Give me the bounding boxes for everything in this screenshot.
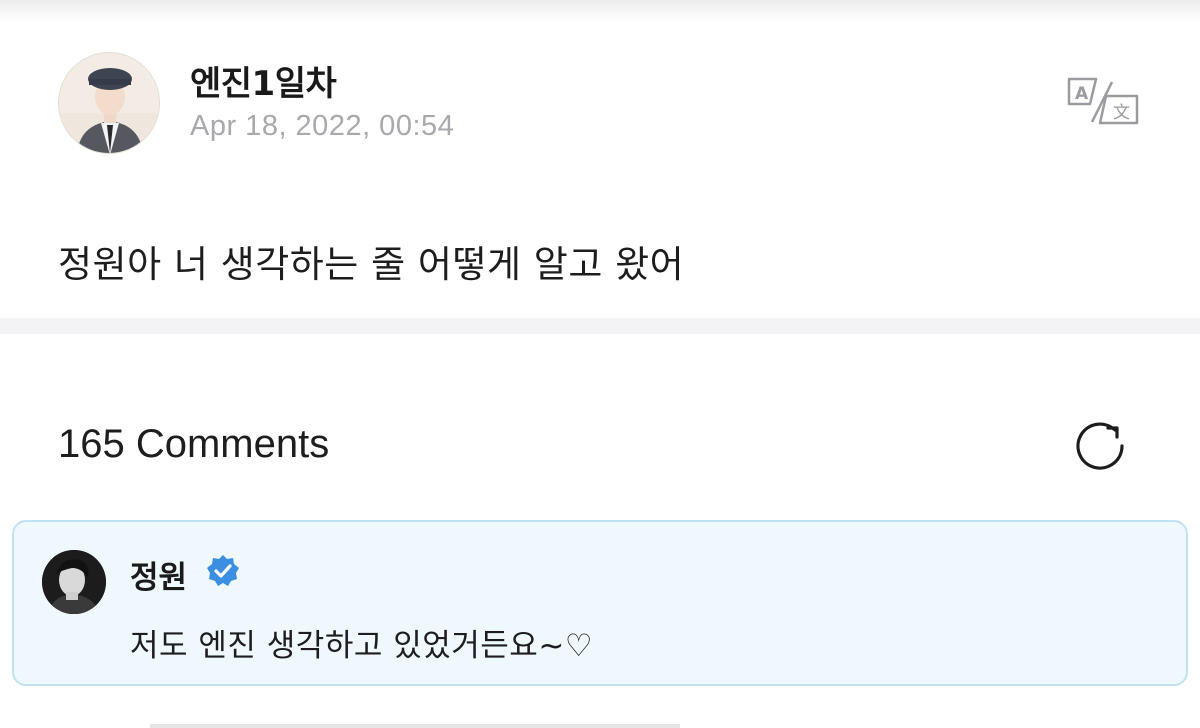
- post-body: 정원아 너 생각하는 줄 어떻게 알고 왔어: [58, 243, 685, 286]
- comment-text: 저도 엔진 생각하고 있었거든요~♡: [130, 628, 594, 664]
- commenter-name[interactable]: 정원: [130, 552, 187, 597]
- comments-count-title: 165 Comments: [58, 422, 330, 466]
- next-item-edge: [150, 724, 680, 728]
- commenter-avatar[interactable]: [42, 550, 106, 614]
- avatar-image: [59, 53, 159, 153]
- author-name[interactable]: 엔진1일차: [190, 56, 337, 105]
- section-divider: [0, 318, 1200, 334]
- refresh-icon[interactable]: [1072, 418, 1132, 474]
- post-header: 엔진1일차 Apr 18, 2022, 00:54 A 文: [58, 52, 1158, 158]
- svg-text:A: A: [1075, 84, 1089, 104]
- verified-badge-icon: [206, 554, 240, 588]
- comment-item[interactable]: 정원 저도 엔진 생각하고 있었거든요~♡: [12, 520, 1188, 686]
- translate-icon[interactable]: A 文: [1066, 76, 1140, 126]
- post-date: Apr 18, 2022, 00:54: [190, 110, 455, 142]
- author-avatar[interactable]: [58, 52, 160, 154]
- top-shade: [0, 0, 1200, 22]
- svg-text:文: 文: [1113, 103, 1130, 123]
